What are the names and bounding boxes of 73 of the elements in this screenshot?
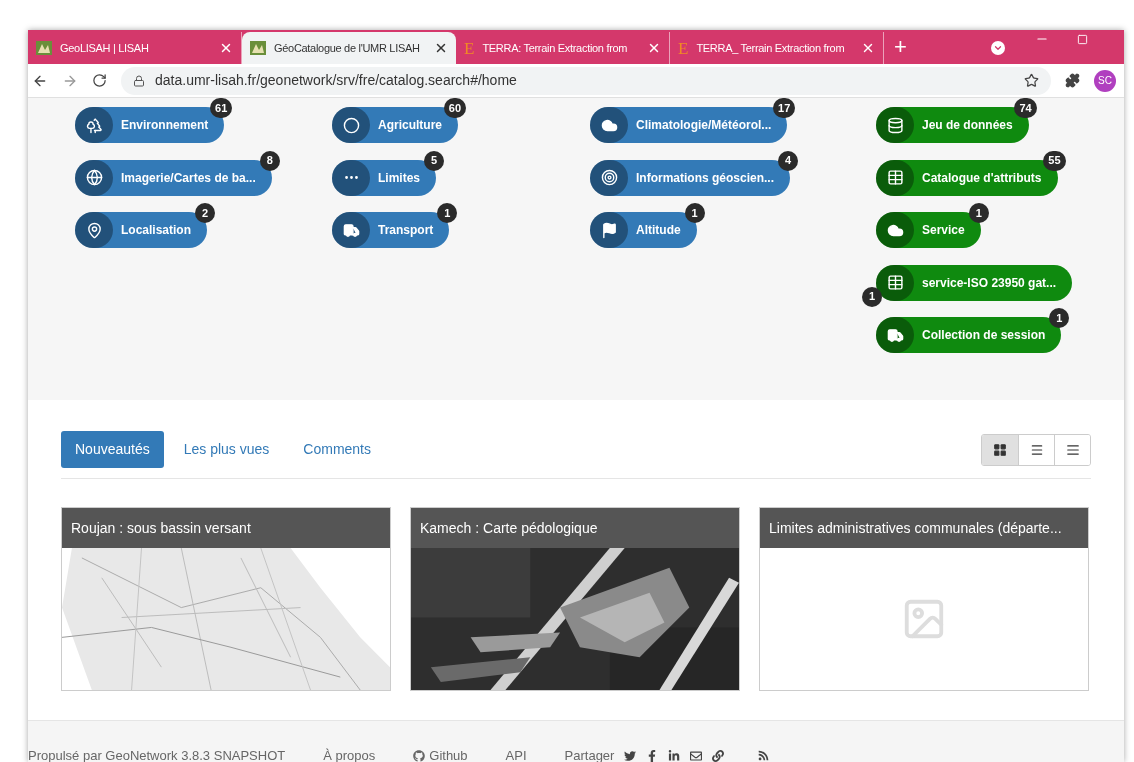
- list-icon: [1029, 442, 1044, 457]
- cloud-icon: [876, 212, 914, 248]
- record-card[interactable]: Roujan : sous bassin versant: [61, 507, 391, 691]
- footer-link[interactable]: À propos: [323, 749, 376, 762]
- count-badge: 61: [210, 98, 233, 118]
- favicon: [36, 41, 52, 55]
- count-badge: 1: [968, 203, 989, 223]
- footer-link[interactable]: Github: [413, 749, 468, 762]
- share-label: Partager: [564, 749, 615, 762]
- count-badge: 17: [773, 98, 796, 118]
- maximize-icon[interactable]: [1077, 34, 1088, 45]
- close-icon[interactable]: [434, 41, 448, 55]
- reload-icon[interactable]: [92, 73, 107, 88]
- link-icon[interactable]: [712, 749, 725, 762]
- target-icon: [590, 159, 628, 196]
- address-bar[interactable]: data.umr-lisah.fr/geonetwork/srv/fre/catalog.search#/home: [121, 66, 1051, 95]
- count-badge: 5: [424, 150, 444, 171]
- globe-icon: [75, 159, 113, 196]
- star-icon[interactable]: [1024, 73, 1039, 88]
- tree-icon: [75, 107, 113, 143]
- dense-list-view-button[interactable]: [1054, 434, 1090, 465]
- github-icon: [413, 749, 426, 762]
- flag-icon: [590, 212, 628, 248]
- count-badge: 1: [1049, 308, 1070, 328]
- new-tab-button[interactable]: +: [894, 36, 907, 58]
- card-title: Limites administratives communales (départe...: [760, 508, 1088, 548]
- results-tab[interactable]: Comments: [289, 431, 385, 468]
- favicon: E: [464, 39, 475, 57]
- dots-icon: [332, 159, 370, 196]
- profile-avatar[interactable]: SC: [1094, 69, 1116, 92]
- table-icon: [876, 264, 914, 301]
- tab-title: TERRA_ Terrain Extraction from: [696, 40, 846, 56]
- tab-title: TERRA: Terrain Extraction from: [482, 40, 629, 56]
- tab-search-icon[interactable]: [991, 41, 1005, 55]
- count-badge: 2: [195, 203, 215, 223]
- grid-view-button[interactable]: [982, 434, 1018, 465]
- count-badge: 1: [684, 203, 705, 223]
- tab-title: GéoCatalogue de l'UMR LISAH: [274, 40, 421, 56]
- card-title: Roujan : sous bassin versant: [62, 508, 390, 548]
- powered-by-text: Propulsé par GeoNetwork 3.8.3 SNAPSHOT: [28, 749, 286, 762]
- count-badge: 60: [443, 98, 466, 118]
- count-badge: 74: [1014, 98, 1037, 118]
- count-badge: 1: [862, 286, 882, 307]
- extensions-icon[interactable]: [1065, 73, 1080, 88]
- card-title: Kamech : Carte pédologique: [411, 508, 739, 548]
- count-badge: 1: [437, 203, 458, 223]
- results-tab[interactable]: Nouveautés: [61, 431, 164, 468]
- twitter-icon[interactable]: [624, 749, 637, 762]
- tab-title: GeoLISAH | LISAH: [60, 40, 150, 56]
- lock-icon: [133, 74, 145, 87]
- category-button[interactable]: service-ISO 23950 gat...: [876, 264, 1073, 301]
- footer-link[interactable]: API: [505, 749, 527, 762]
- mail-icon[interactable]: [690, 749, 703, 762]
- database-icon: [876, 107, 914, 143]
- results-tab[interactable]: Les plus vues: [169, 431, 284, 468]
- rss-icon[interactable]: [758, 750, 770, 761]
- record-card[interactable]: Kamech : Carte pédologique: [410, 507, 740, 691]
- count-badge: 8: [259, 150, 280, 171]
- count-badge: 4: [778, 150, 799, 171]
- browser-tab[interactable]: GéoCatalogue de l'UMR LISAH: [242, 32, 456, 64]
- truck-icon: [876, 317, 914, 353]
- dense-list-icon: [1065, 442, 1080, 457]
- count-badge: 55: [1043, 150, 1066, 171]
- favicon: [250, 41, 266, 55]
- linkedin-icon[interactable]: [668, 749, 681, 762]
- table-icon: [876, 159, 914, 196]
- cloud-icon: [590, 107, 628, 143]
- truck-icon: [332, 212, 370, 248]
- favicon: E: [678, 39, 689, 57]
- grid-icon: [993, 442, 1007, 457]
- url-text: data.umr-lisah.fr/geonetwork/srv/fre/catalog.search#/home: [155, 71, 518, 90]
- map-pin-icon: [75, 212, 113, 248]
- record-card[interactable]: Limites administratives communales (départe...: [759, 507, 1089, 691]
